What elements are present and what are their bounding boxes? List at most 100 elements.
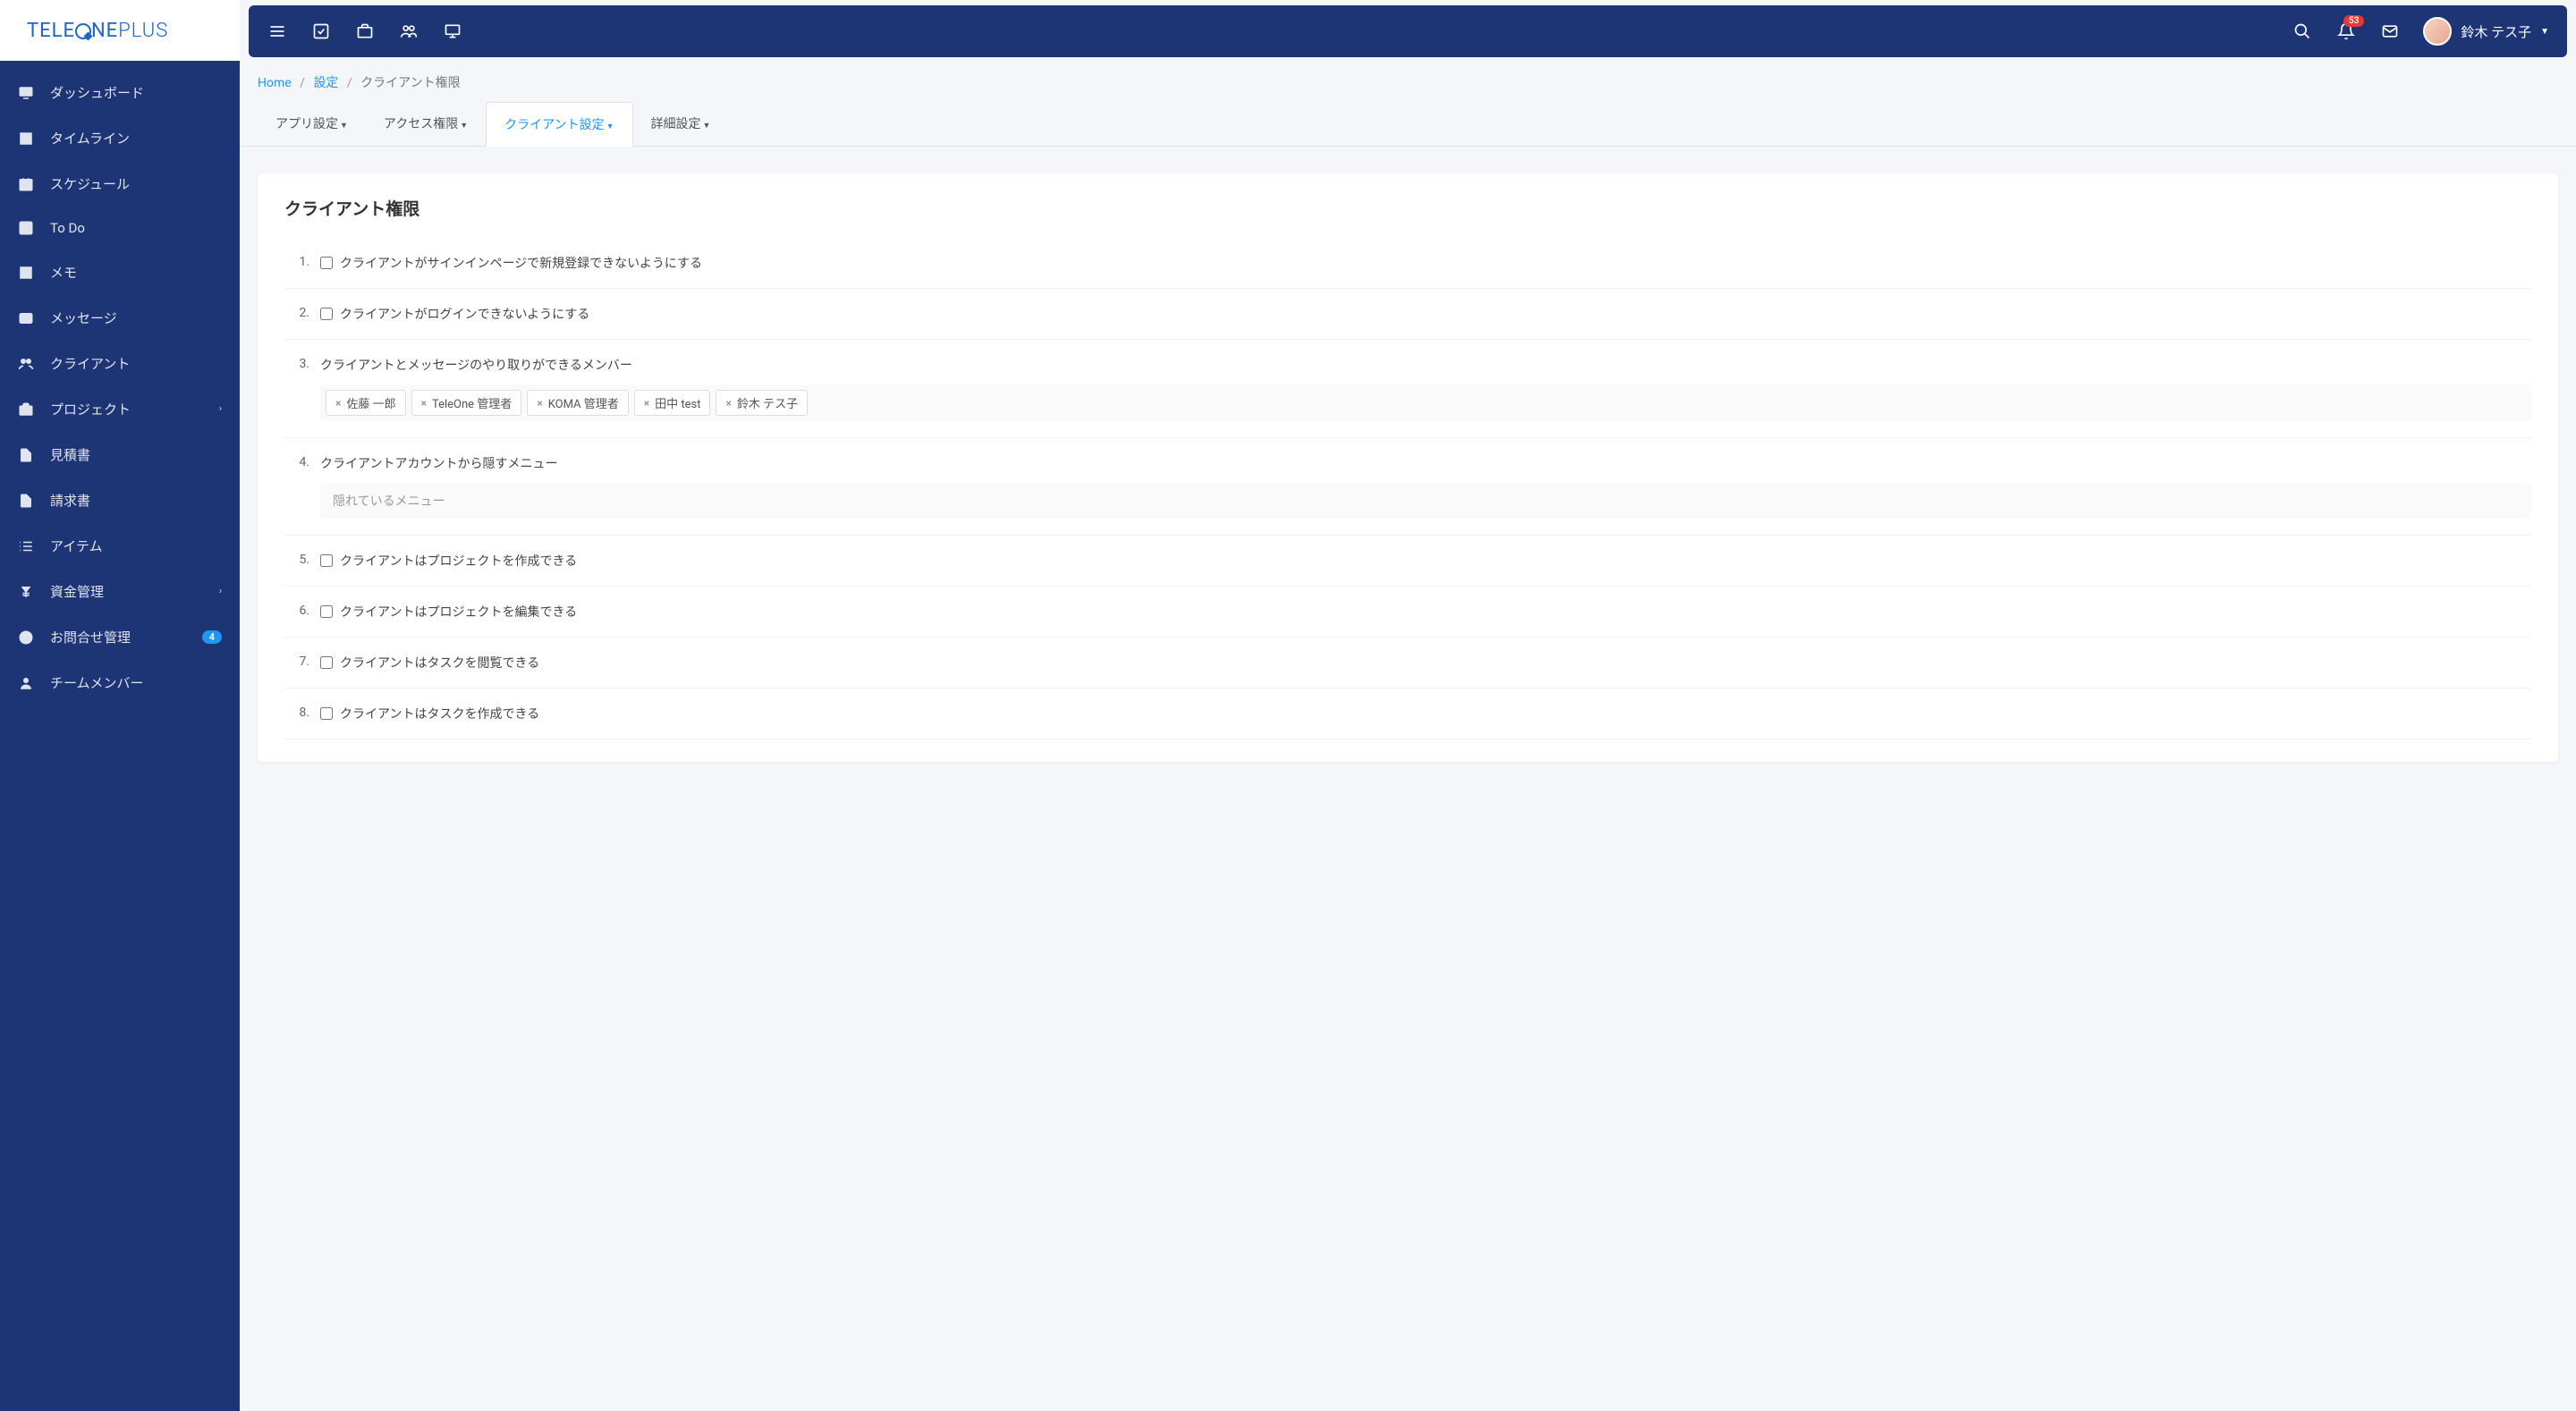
dashboard-icon (18, 85, 39, 101)
sidebar-item-label: To Do (50, 220, 222, 236)
tab-label: 詳細設定 (651, 117, 701, 131)
setting-checkbox-6[interactable] (320, 605, 333, 618)
setting-label: クライアントはタスクを閲覧できる (340, 654, 539, 672)
timeline-icon (18, 131, 39, 147)
setting-checkbox-1[interactable] (320, 257, 333, 269)
tab-2[interactable]: クライアント設定▼ (486, 102, 632, 147)
yen-icon (18, 584, 39, 600)
setting-row-3: 3.クライアントとメッセージのやり取りができるメンバー × 佐藤 一郎 × TeleOn… (284, 340, 2531, 438)
tag-label: 佐藤 一郎 (346, 394, 395, 411)
setting-label: クライアントはタスクを作成できる (340, 705, 539, 722)
tag-label: KOMA 管理者 (548, 394, 619, 411)
todo-icon[interactable] (301, 12, 341, 51)
sidebar-item-2[interactable]: スケジュール (0, 161, 240, 207)
tab-label: アプリ設定 (275, 117, 338, 131)
setting-number: 2. (284, 305, 320, 320)
tag-label: TeleOne 管理者 (432, 394, 512, 411)
sidebar-item-7[interactable]: プロジェクト › (0, 386, 240, 432)
logo[interactable]: TELENEPLUS (0, 0, 240, 61)
sidebar-item-label: チームメンバー (50, 673, 222, 692)
sidebar-item-label: メモ (50, 263, 222, 282)
sidebar-item-label: 見積書 (50, 445, 222, 464)
breadcrumb: Home / 設定 / クライアント権限 (240, 63, 2576, 102)
setting-row-2: 2.クライアントがログインできないようにする (284, 289, 2531, 340)
hidden-menu-input[interactable] (320, 483, 2531, 519)
sidebar-item-1[interactable]: タイムライン (0, 115, 240, 161)
caret-down-icon: ▼ (703, 122, 711, 131)
tab-0[interactable]: アプリ設定▼ (258, 102, 366, 146)
sidebar-item-10[interactable]: アイテム (0, 523, 240, 569)
topbar: 53 鈴木 テス子 ▼ (249, 5, 2567, 57)
tab-1[interactable]: アクセス権限▼ (366, 102, 486, 146)
sidebar-item-label: スケジュール (50, 174, 222, 193)
search-button[interactable] (2283, 12, 2322, 51)
tag-remove-icon[interactable]: × (644, 397, 649, 410)
tag-label: 田中 test (655, 394, 700, 411)
sidebar-item-label: アイテム (50, 537, 222, 555)
member-tag-4: ×鈴木 テス子 (716, 390, 808, 416)
tag-remove-icon[interactable]: × (725, 397, 731, 410)
notifications-button[interactable]: 53 (2326, 12, 2366, 51)
setting-checkbox-8[interactable] (320, 707, 333, 720)
setting-number: 1. (284, 254, 320, 269)
sidebar-item-8[interactable]: 見積書 (0, 432, 240, 477)
sidebar-item-4[interactable]: メモ (0, 249, 240, 295)
setting-row-5: 5.クライアントはプロジェクトを作成できる (284, 536, 2531, 587)
breadcrumb-settings[interactable]: 設定 (313, 76, 338, 90)
support-icon (18, 629, 39, 646)
setting-label: クライアントはプロジェクトを作成できる (340, 552, 577, 570)
tabbar: アプリ設定▼アクセス権限▼クライアント設定▼詳細設定▼ (240, 102, 2576, 147)
menu-toggle-button[interactable] (258, 12, 297, 51)
setting-number: 7. (284, 654, 320, 669)
sidebar-item-5[interactable]: メッセージ (0, 295, 240, 341)
sidebar-item-6[interactable]: クライアント (0, 341, 240, 386)
setting-row-4: 4.クライアントアカウントから隠すメニュー (284, 438, 2531, 536)
tag-remove-icon[interactable]: × (421, 397, 427, 410)
breadcrumb-home[interactable]: Home (258, 76, 292, 90)
calendar-icon (18, 176, 39, 192)
sidebar-item-11[interactable]: 資金管理 › (0, 569, 240, 614)
sidebar-item-label: ダッシュボード (50, 83, 222, 102)
mail-icon (18, 310, 39, 326)
sidebar-badge: 4 (202, 630, 222, 644)
setting-number: 4. (284, 454, 320, 469)
caret-down-icon: ▼ (2540, 27, 2549, 37)
messages-button[interactable] (2370, 12, 2410, 51)
setting-number: 3. (284, 356, 320, 371)
setting-label: クライアントはプロジェクトを編集できる (340, 603, 577, 621)
users-icon (18, 356, 39, 372)
setting-checkbox-5[interactable] (320, 554, 333, 567)
sidebar-item-12[interactable]: お問合せ管理 4 (0, 614, 240, 660)
breadcrumb-current: クライアント権限 (360, 76, 460, 90)
setting-label: クライアントとメッセージのやり取りができるメンバー (320, 356, 632, 374)
setting-checkbox-7[interactable] (320, 656, 333, 669)
sidebar-item-label: 請求書 (50, 491, 222, 510)
file-icon (18, 493, 39, 509)
sidebar-item-label: プロジェクト (50, 400, 219, 418)
tag-remove-icon[interactable]: × (335, 397, 341, 410)
briefcase-icon[interactable] (345, 12, 385, 51)
setting-row-7: 7. クライアントはタスクを閲覧できる (284, 638, 2531, 689)
member-tag-1: × TeleOne 管理者 (411, 390, 522, 416)
monitor-icon[interactable] (433, 12, 472, 51)
briefcase-icon (18, 401, 39, 418)
sidebar-item-label: タイムライン (50, 129, 222, 148)
users-icon[interactable] (389, 12, 428, 51)
sidebar-item-label: 資金管理 (50, 582, 219, 601)
sidebar: TELENEPLUS ダッシュボード タイムライン スケジュール To Do メ… (0, 0, 240, 1411)
member-tags[interactable]: × 佐藤 一郎 × TeleOne 管理者 × KOMA 管理者 × 田中 test ×鈴木 テ… (320, 384, 2531, 421)
sidebar-item-label: クライアント (50, 354, 222, 373)
setting-row-1: 1. クライアントがサインインページで新規登録できないようにする (284, 238, 2531, 289)
sidebar-item-9[interactable]: 請求書 (0, 477, 240, 523)
user-menu[interactable]: 鈴木 テス子 ▼ (2414, 17, 2558, 46)
setting-label: クライアントがサインインページで新規登録できないようにする (340, 254, 702, 272)
sidebar-item-13[interactable]: チームメンバー (0, 660, 240, 706)
member-tag-0: × 佐藤 一郎 (326, 390, 406, 416)
setting-row-6: 6.クライアントはプロジェクトを編集できる (284, 587, 2531, 638)
caret-down-icon: ▼ (460, 122, 468, 131)
tag-remove-icon[interactable]: × (537, 397, 542, 410)
sidebar-item-3[interactable]: To Do (0, 207, 240, 249)
sidebar-item-0[interactable]: ダッシュボード (0, 70, 240, 115)
tab-3[interactable]: 詳細設定▼ (633, 102, 729, 146)
setting-checkbox-2[interactable] (320, 308, 333, 320)
